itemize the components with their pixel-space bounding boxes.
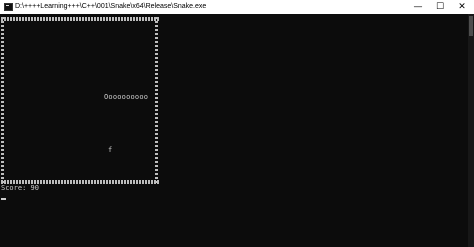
scrollbar-thumb[interactable] (469, 16, 473, 36)
snake: Oooooooooo (104, 93, 149, 101)
board-top-wall (1, 17, 159, 21)
console-window: D:\++++Learning+++\C++\001\Snake\x64\Rel… (0, 0, 474, 247)
score-label: Score: (1, 184, 27, 192)
title-bar[interactable]: D:\++++Learning+++\C++\001\Snake\x64\Rel… (0, 0, 474, 14)
console-output[interactable]: Oooooooooo f Score: 90 (0, 14, 474, 247)
vertical-scrollbar[interactable] (468, 14, 474, 247)
score-value: 90 (30, 184, 39, 192)
board-right-wall (155, 17, 158, 184)
text-cursor (1, 198, 6, 200)
console-app-icon[interactable] (4, 3, 13, 11)
score-line: Score: 90 (1, 184, 39, 193)
fruit: f (108, 146, 113, 154)
board-left-wall (1, 17, 4, 184)
game-board: Oooooooooo f (0, 14, 160, 186)
window-title: D:\++++Learning+++\C++\001\Snake\x64\Rel… (15, 3, 207, 10)
close-button[interactable]: ✕ (448, 0, 474, 14)
